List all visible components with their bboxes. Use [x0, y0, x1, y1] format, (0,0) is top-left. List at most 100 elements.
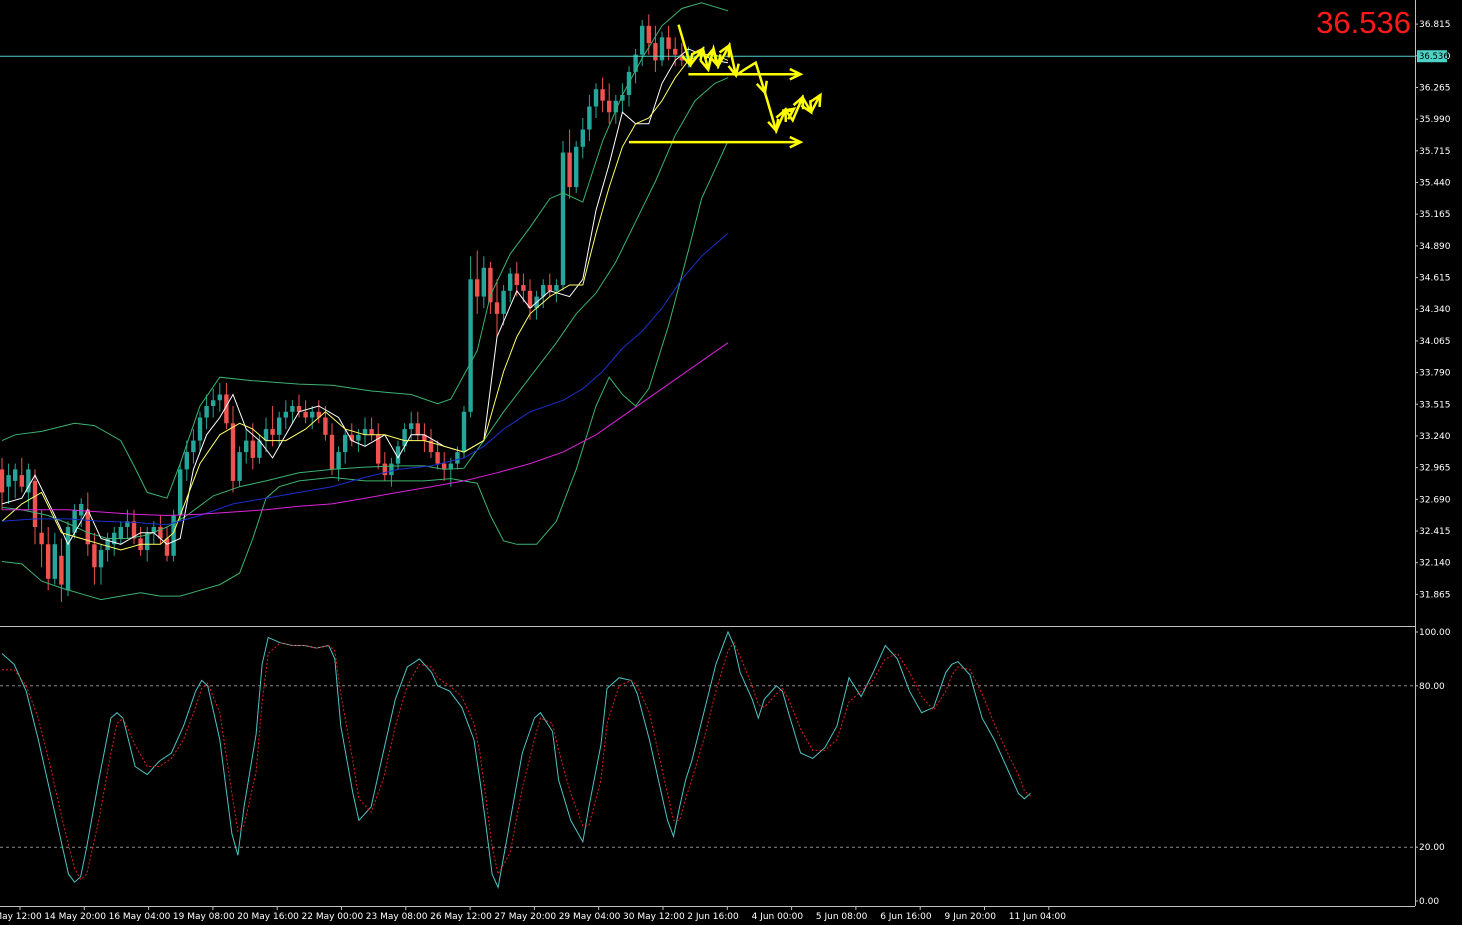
candle-up — [640, 25, 645, 55]
candle-up — [659, 37, 665, 61]
time-tick-label: 29 May 04:00 — [559, 912, 621, 922]
candle-up — [217, 394, 222, 401]
candle-down — [494, 302, 500, 314]
time-tick-label: 22 May 00:00 — [302, 912, 364, 922]
candle-up — [283, 411, 288, 418]
candle-up — [277, 417, 282, 435]
candle-up — [118, 526, 123, 539]
candle-up — [560, 152, 566, 286]
time-tick-label: 6 Jun 16:00 — [880, 912, 932, 922]
time-tick-label: 20 May 16:00 — [237, 912, 299, 922]
candle-down — [59, 555, 64, 585]
candle-up — [468, 279, 473, 412]
time-tick-label: 2 Jun 16:00 — [687, 912, 739, 922]
candle-down — [442, 463, 447, 470]
candle-up — [211, 400, 216, 407]
candle-down — [521, 285, 526, 291]
candle-down — [666, 37, 671, 49]
candle-down — [19, 475, 24, 487]
candle-up — [461, 411, 467, 453]
time-tick-label: 27 May 20:00 — [494, 912, 556, 922]
candle-up — [574, 146, 579, 188]
time-tick-label: 23 May 08:00 — [366, 912, 428, 922]
price-tick-label: 35.440 — [1419, 179, 1451, 189]
candle-up — [343, 434, 348, 453]
price-tick-label: 35.165 — [1419, 210, 1451, 220]
time-tick-label: 14 May 20:00 — [44, 912, 106, 922]
candle-up — [310, 411, 315, 418]
candle-up — [204, 406, 209, 418]
time-tick-label: 16 May 04:00 — [109, 912, 171, 922]
candle-down — [415, 423, 420, 435]
candle-down — [32, 480, 38, 527]
candle-up — [336, 452, 341, 470]
candle-up — [587, 106, 592, 130]
candle-up — [554, 285, 559, 291]
candle-up — [178, 469, 183, 516]
candle-up — [191, 440, 196, 453]
candle-down — [46, 544, 51, 579]
candle-down — [673, 48, 678, 55]
candle-up — [171, 515, 176, 556]
time-tick-label: 13 May 12:00 — [0, 912, 42, 922]
price-tick-label: 33.790 — [1419, 369, 1451, 379]
candle-up — [409, 423, 414, 430]
candle-down — [567, 152, 572, 188]
price-tick-label: 32.690 — [1419, 495, 1451, 505]
candle-up — [65, 526, 71, 591]
price-tick-label: 34.615 — [1419, 274, 1451, 284]
candle-up — [389, 463, 394, 476]
price-tick-label: 34.065 — [1419, 337, 1451, 347]
candle-up — [508, 273, 513, 291]
candle-up — [481, 267, 486, 297]
candle-up — [237, 452, 242, 481]
candle-down — [0, 469, 5, 493]
candle-down — [270, 429, 275, 435]
price-tick-label: 36.265 — [1419, 83, 1451, 93]
price-tick-label: 31.865 — [1419, 590, 1451, 600]
price-tick-label: 33.515 — [1419, 400, 1451, 410]
candle-down — [329, 434, 335, 470]
candle-up — [197, 417, 203, 441]
time-tick-label: 30 May 12:00 — [623, 912, 685, 922]
candle-up — [13, 469, 18, 481]
candle-up — [6, 475, 11, 487]
candle-up — [593, 89, 599, 107]
price-tick-label: 32.415 — [1419, 527, 1451, 537]
candle-down — [39, 532, 44, 545]
candle-down — [369, 429, 374, 435]
candle-down — [646, 25, 651, 44]
price-tick-label: 35.990 — [1419, 115, 1451, 125]
candle-down — [230, 423, 236, 481]
candle-down — [475, 279, 480, 297]
candle-down — [303, 411, 308, 418]
candle-down — [607, 100, 612, 113]
candle-down — [514, 273, 519, 286]
candle-down — [164, 538, 170, 556]
price-tick-label: 32.140 — [1419, 559, 1451, 569]
candle-up — [184, 452, 189, 470]
oscillator-tick-label: 20.00 — [1419, 843, 1445, 853]
candle-down — [600, 89, 605, 101]
candle-up — [580, 129, 585, 147]
time-tick-label: 19 May 08:00 — [173, 912, 235, 922]
current-price-display: 36.536 — [1316, 5, 1411, 40]
price-tick-label: 35.715 — [1419, 147, 1451, 157]
time-tick-label: 4 Jun 00:00 — [752, 912, 804, 922]
candle-down — [85, 509, 90, 545]
oscillator-tick-label: 100.00 — [1419, 628, 1451, 638]
candle-up — [455, 452, 460, 464]
candle-up — [356, 434, 361, 441]
price-tick-label: 33.240 — [1419, 432, 1451, 442]
price-tick-label: 34.340 — [1419, 305, 1451, 315]
time-tick-label: 5 Jun 08:00 — [816, 912, 868, 922]
oscillator-tick-label: 0.00 — [1419, 897, 1439, 907]
candle-up — [79, 503, 84, 516]
time-tick-label: 11 Jun 04:00 — [1009, 912, 1066, 922]
candle-down — [653, 43, 658, 61]
candle-up — [501, 290, 506, 314]
candle-up — [290, 406, 295, 412]
time-tick-label: 9 Jun 20:00 — [945, 912, 997, 922]
candle-down — [435, 452, 440, 464]
oscillator-tick-label: 80.00 — [1419, 682, 1445, 692]
